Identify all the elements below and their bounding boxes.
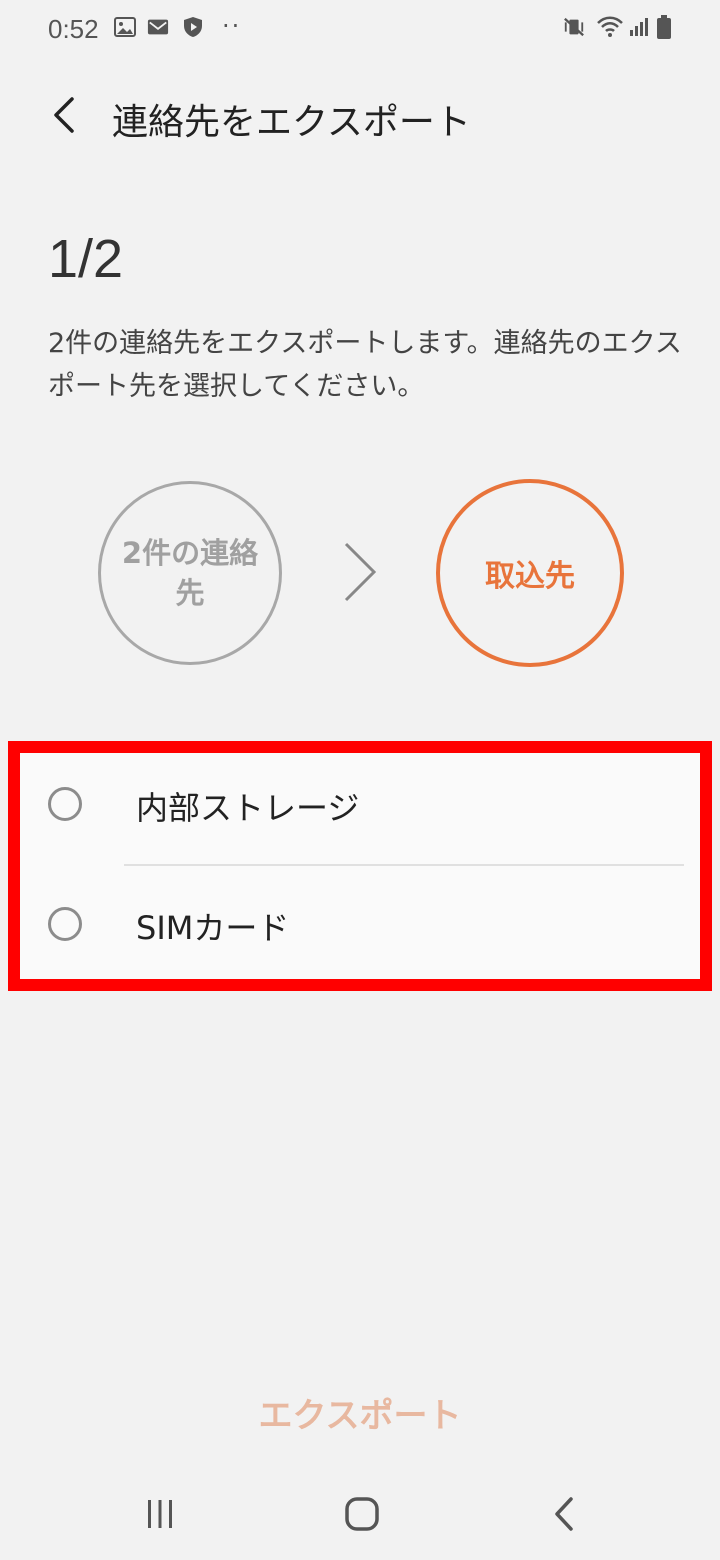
recents-icon [148,1500,172,1528]
home-button[interactable] [322,1488,402,1540]
export-destination-list: 内部ストレージ SIMカード [8,741,712,991]
export-button[interactable]: エクスポート [160,1380,560,1444]
image-icon [114,16,136,38]
source-contacts-circle: 2件の連絡先 [98,481,282,665]
shield-icon [182,16,204,38]
back-arrow-icon [54,97,74,133]
radio-internal-storage[interactable] [48,787,82,821]
page-title: 連絡先をエクスポート [112,102,471,143]
wifi-icon [596,16,624,38]
battery-icon [653,15,675,39]
option-divider [124,864,684,866]
status-bar: 0:52 ·· [0,0,720,60]
target-destination-label: 取込先 [485,559,575,594]
option-internal-storage[interactable]: 内部ストレージ [20,753,700,866]
radio-sim-card[interactable] [48,907,82,941]
home-icon [345,1497,379,1531]
target-destination-circle: 取込先 [436,479,624,667]
back-icon [555,1497,573,1531]
recents-button[interactable] [120,1488,200,1540]
mail-icon [147,16,169,38]
status-time: 0:52 [48,14,99,44]
option-internal-storage-label: 内部ストレージ [136,789,360,827]
description-text: 2件の連絡先をエクスポートします。連絡先のエクスポート先を選択してください。 [48,328,682,402]
step-indicator: 1/2 [48,229,124,289]
source-contacts-label: 2件の連絡先 [121,536,259,610]
option-sim-card-label: SIMカード [136,909,290,947]
status-overflow-dots: ·· [222,12,242,40]
vibrate-mute-icon [563,16,585,38]
signal-icon [628,16,650,38]
nav-back-button[interactable] [524,1488,604,1540]
back-button[interactable] [44,92,84,138]
option-sim-card[interactable]: SIMカード [20,867,700,979]
chevron-right-icon [340,540,380,604]
